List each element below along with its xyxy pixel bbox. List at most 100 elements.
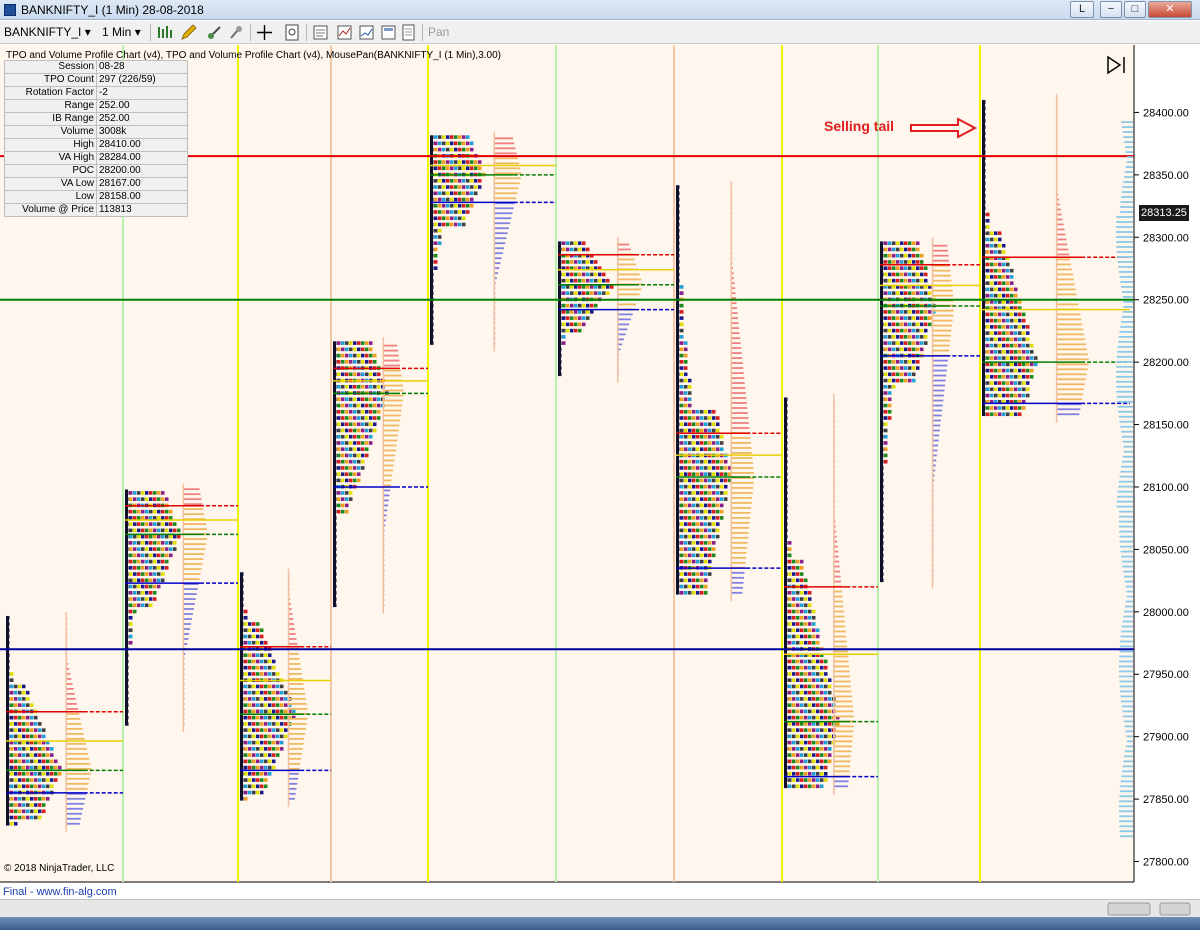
maximize-button[interactable]: □ (1124, 1, 1146, 18)
tpo-block (816, 734, 820, 739)
zoom-icon[interactable] (284, 24, 301, 41)
tpo-block (268, 697, 272, 701)
tpo-block (129, 491, 133, 495)
volume-bar (833, 600, 843, 603)
composite-volume-bar (1123, 720, 1133, 723)
tpo-block (26, 753, 30, 757)
tpo-block (808, 753, 812, 757)
scroll-right-button[interactable] (1159, 902, 1191, 916)
tpo-block (260, 747, 264, 751)
tpo-block (804, 578, 808, 583)
tpo-block (341, 503, 345, 508)
tpo-block (1022, 393, 1026, 398)
tpo-block (824, 659, 828, 664)
interval-selector[interactable]: 1 Min ▾ (102, 23, 141, 42)
tpo-block (256, 684, 260, 689)
info-value: 28200.00 (96, 164, 188, 178)
composite-volume-bar (1116, 365, 1133, 368)
tpo-block (566, 285, 570, 289)
chart-trader-icon[interactable] (380, 24, 397, 41)
crosshair-icon[interactable] (256, 24, 273, 41)
volume-bar (932, 434, 940, 437)
tpo-block (990, 381, 994, 385)
volume-bar (731, 521, 750, 524)
info-value: 28410.00 (96, 138, 188, 152)
composite-volume-bar (1116, 236, 1133, 238)
tpo-block (990, 412, 994, 417)
chart-panel[interactable]: 28400.00 28350.00 28300.00 28250.00 28200.00… (0, 45, 1200, 899)
minimize-button[interactable]: − (1100, 1, 1122, 18)
tpo-block (680, 528, 684, 533)
tpo-block (704, 559, 708, 564)
tpo-block (446, 191, 450, 196)
tpo-block (129, 628, 133, 633)
tpo-block (284, 728, 288, 732)
tpo-block (373, 360, 377, 364)
tpo-block (804, 734, 808, 739)
tpo-block (377, 384, 381, 389)
pan-button[interactable]: Pan (428, 23, 449, 42)
tpo-block (892, 360, 896, 364)
tpo-block (264, 659, 268, 664)
tpo-block (50, 759, 54, 764)
tpo-block (888, 291, 892, 295)
volume-bar (731, 307, 738, 310)
tpo-block (137, 572, 141, 576)
info-key: Volume (4, 125, 97, 139)
tpo-block (10, 778, 14, 782)
tpo-block (337, 428, 341, 433)
link-button[interactable]: L (1070, 1, 1094, 18)
composite-volume-bar (1119, 540, 1133, 543)
tpo-block (820, 715, 824, 720)
tpo-block (590, 291, 594, 295)
tpo-block (792, 665, 796, 670)
tpo-block (137, 491, 141, 495)
tpo-block (30, 753, 34, 757)
bar-style-icon[interactable] (156, 24, 173, 41)
tpo-block (14, 815, 18, 820)
pin-icon[interactable] (228, 24, 245, 41)
tpo-block (1030, 356, 1034, 360)
tpo-block (696, 472, 700, 476)
tpo-block (1006, 362, 1010, 367)
close-button[interactable]: ✕ (1148, 1, 1192, 18)
tpo-block (884, 434, 888, 439)
data-box-icon[interactable] (400, 24, 417, 41)
tpo-block (256, 672, 260, 676)
instrument-selector[interactable]: BANKNIFTY_I ▾ (4, 23, 91, 42)
strategies-icon[interactable] (358, 24, 375, 41)
tpo-block (804, 703, 808, 707)
scroll-thumb[interactable] (1107, 902, 1151, 916)
tpo-block (141, 547, 145, 551)
tpo-block (904, 316, 908, 320)
properties-icon[interactable] (312, 24, 329, 41)
tpo-block (157, 559, 161, 564)
tpo-block (133, 522, 137, 526)
marker-icon[interactable] (206, 24, 223, 41)
tpo-block (133, 559, 137, 564)
tpo-block (1014, 325, 1018, 329)
tpo-block (252, 665, 256, 670)
y-tick-label: 28200.00 (1143, 357, 1189, 369)
volume-bar (731, 317, 739, 320)
tpo-block (696, 478, 700, 483)
volume-bar (731, 511, 751, 514)
indicators-icon[interactable] (336, 24, 353, 41)
tpo-block (796, 734, 800, 739)
footer-link[interactable]: Final - www.fin-alg.com (3, 886, 117, 898)
tpo-block (716, 441, 720, 445)
pencil-icon[interactable] (180, 24, 197, 41)
tpo-block (161, 497, 165, 501)
volume-bar (731, 382, 745, 384)
tpo-block (820, 728, 824, 732)
tpo-block (1006, 262, 1010, 267)
tpo-block (920, 272, 924, 277)
tpo-block (904, 247, 908, 252)
tpo-block (337, 466, 341, 470)
tpo-block (337, 453, 341, 458)
horizontal-scrollbar[interactable] (0, 899, 1200, 917)
volume-bar (1056, 398, 1083, 401)
tpo-block (373, 403, 377, 408)
tpo-block (349, 397, 353, 402)
tpo-block (434, 253, 438, 258)
